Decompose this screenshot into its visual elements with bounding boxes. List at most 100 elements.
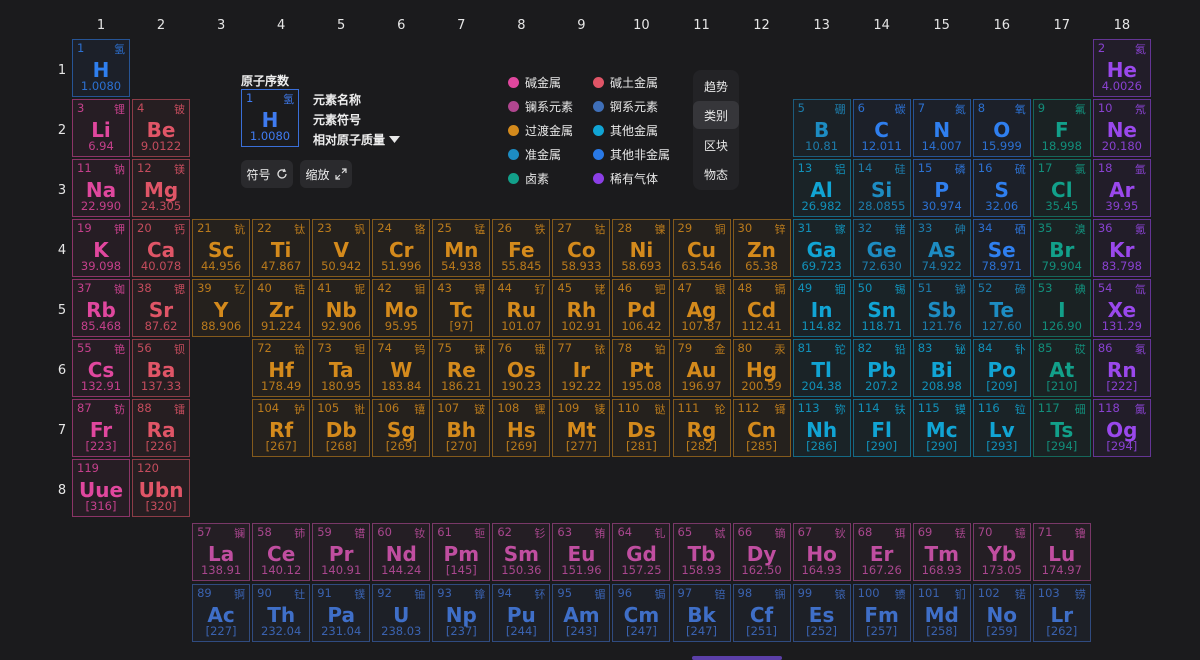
element-cell[interactable]: 108 𬭶 Hs [269] bbox=[492, 399, 551, 458]
element-cell[interactable]: 23 钒 V 50.942 bbox=[312, 219, 371, 278]
legend-item[interactable]: 稀有气体 bbox=[593, 170, 658, 187]
element-cell[interactable]: 49 铟 In 114.82 bbox=[792, 279, 851, 338]
element-cell[interactable]: 47 银 Ag 107.87 bbox=[672, 279, 731, 338]
element-cell[interactable]: 59 镨 Pr 140.91 bbox=[312, 523, 371, 581]
element-cell[interactable]: 38 锶 Sr 87.62 bbox=[132, 279, 191, 338]
element-cell[interactable]: 26 铁 Fe 55.845 bbox=[492, 219, 551, 278]
element-cell[interactable]: 82 铅 Pb 207.2 bbox=[852, 339, 911, 398]
element-cell[interactable]: 66 镝 Dy 162.50 bbox=[732, 523, 791, 581]
view-mode-category[interactable]: 类别 bbox=[693, 101, 739, 129]
element-cell[interactable]: 90 钍 Th 232.04 bbox=[252, 584, 311, 642]
element-cell[interactable]: 107 𬭛 Bh [270] bbox=[432, 399, 491, 458]
element-cell[interactable]: 99 锿 Es [252] bbox=[792, 584, 851, 642]
element-cell[interactable]: 35 溴 Br 79.904 bbox=[1032, 219, 1091, 278]
element-cell[interactable]: 77 铱 Ir 192.22 bbox=[552, 339, 611, 398]
element-cell[interactable]: 92 铀 U 238.03 bbox=[372, 584, 431, 642]
view-mode-state[interactable]: 物态 bbox=[693, 160, 739, 188]
element-cell[interactable]: 106 𬭳 Sg [269] bbox=[372, 399, 431, 458]
element-cell[interactable]: 1 氢 H 1.0080 bbox=[72, 39, 130, 97]
element-cell[interactable]: 72 铪 Hf 178.49 bbox=[252, 339, 311, 398]
element-cell[interactable]: 6 碳 C 12.011 bbox=[852, 99, 911, 158]
legend-item[interactable]: 碱金属 bbox=[508, 74, 561, 91]
legend-item[interactable]: 卤素 bbox=[508, 170, 549, 187]
element-cell[interactable]: 91 镤 Pa 231.04 bbox=[312, 584, 371, 642]
element-cell[interactable]: 68 铒 Er 167.26 bbox=[852, 523, 911, 581]
element-cell[interactable]: 100 镄 Fm [257] bbox=[852, 584, 911, 642]
key-mass-label[interactable]: 相对原子质量 bbox=[313, 131, 401, 148]
element-cell[interactable]: 88 镭 Ra [226] bbox=[132, 399, 191, 458]
element-cell[interactable]: 96 锔 Cm [247] bbox=[612, 584, 671, 642]
legend-item[interactable]: 过渡金属 bbox=[508, 122, 573, 139]
element-cell[interactable]: 24 铬 Cr 51.996 bbox=[372, 219, 431, 278]
legend-item[interactable]: 锕系元素 bbox=[593, 98, 658, 115]
element-cell[interactable]: 21 钪 Sc 44.956 bbox=[192, 219, 251, 278]
element-cell[interactable]: 36 氪 Kr 83.798 bbox=[1092, 219, 1151, 278]
element-cell[interactable]: 78 铂 Pt 195.08 bbox=[612, 339, 671, 398]
element-cell[interactable]: 56 钡 Ba 137.33 bbox=[132, 339, 191, 398]
element-cell[interactable]: 19 钾 K 39.098 bbox=[72, 219, 130, 278]
element-cell[interactable]: 104 𬬻 Rf [267] bbox=[252, 399, 311, 458]
element-cell[interactable]: 102 锘 No [259] bbox=[972, 584, 1031, 642]
element-cell[interactable]: 85 砹 At [210] bbox=[1032, 339, 1091, 398]
element-cell[interactable]: 84 钋 Po [209] bbox=[972, 339, 1031, 398]
symbol-toggle-button[interactable]: 符号 bbox=[241, 160, 293, 188]
scroll-indicator[interactable] bbox=[692, 656, 782, 660]
element-cell[interactable]: 22 钛 Ti 47.867 bbox=[252, 219, 311, 278]
element-cell[interactable]: 95 镅 Am [243] bbox=[552, 584, 611, 642]
element-cell[interactable]: 115 镆 Mc [290] bbox=[912, 399, 971, 458]
element-cell[interactable]: 83 铋 Bi 208.98 bbox=[912, 339, 971, 398]
element-cell[interactable]: 55 铯 Cs 132.91 bbox=[72, 339, 130, 398]
element-cell[interactable]: 20 钙 Ca 40.078 bbox=[132, 219, 191, 278]
element-cell[interactable]: 14 硅 Si 28.0855 bbox=[852, 159, 911, 218]
element-cell[interactable]: 46 钯 Pd 106.42 bbox=[612, 279, 671, 338]
element-cell[interactable]: 45 铑 Rh 102.91 bbox=[552, 279, 611, 338]
element-cell[interactable]: 30 锌 Zn 65.38 bbox=[732, 219, 791, 278]
element-cell[interactable]: 65 铽 Tb 158.93 bbox=[672, 523, 731, 581]
element-cell[interactable]: 87 钫 Fr [223] bbox=[72, 399, 130, 458]
element-cell[interactable]: 119 Uue [316] bbox=[72, 459, 130, 518]
element-cell[interactable]: 109 鿏 Mt [277] bbox=[552, 399, 611, 458]
view-mode-trend[interactable]: 趋势 bbox=[693, 72, 739, 100]
element-cell[interactable]: 44 钌 Ru 101.07 bbox=[492, 279, 551, 338]
element-cell[interactable]: 116 𫟷 Lv [293] bbox=[972, 399, 1031, 458]
element-cell[interactable]: 10 氖 Ne 20.180 bbox=[1092, 99, 1151, 158]
element-cell[interactable]: 98 锎 Cf [251] bbox=[732, 584, 791, 642]
element-cell[interactable]: 42 钼 Mo 95.95 bbox=[372, 279, 431, 338]
element-cell[interactable]: 64 钆 Gd 157.25 bbox=[612, 523, 671, 581]
legend-item[interactable]: 其他非金属 bbox=[593, 146, 670, 163]
element-cell[interactable]: 7 氮 N 14.007 bbox=[912, 99, 971, 158]
element-cell[interactable]: 32 锗 Ge 72.630 bbox=[852, 219, 911, 278]
legend-item[interactable]: 准金属 bbox=[508, 146, 561, 163]
element-cell[interactable]: 3 锂 Li 6.94 bbox=[72, 99, 130, 158]
element-cell[interactable]: 86 氡 Rn [222] bbox=[1092, 339, 1151, 398]
element-cell[interactable]: 12 镁 Mg 24.305 bbox=[132, 159, 191, 218]
element-cell[interactable]: 17 氯 Cl 35.45 bbox=[1032, 159, 1091, 218]
element-cell[interactable]: 11 钠 Na 22.990 bbox=[72, 159, 130, 218]
element-cell[interactable]: 8 氧 O 15.999 bbox=[972, 99, 1031, 158]
element-cell[interactable]: 39 钇 Y 88.906 bbox=[192, 279, 251, 338]
zoom-button[interactable]: 缩放 bbox=[300, 160, 352, 188]
element-cell[interactable]: 43 锝 Tc [97] bbox=[432, 279, 491, 338]
element-cell[interactable]: 27 钴 Co 58.933 bbox=[552, 219, 611, 278]
element-cell[interactable]: 110 𫟼 Ds [281] bbox=[612, 399, 671, 458]
element-cell[interactable]: 18 氩 Ar 39.95 bbox=[1092, 159, 1151, 218]
element-cell[interactable]: 15 磷 P 30.974 bbox=[912, 159, 971, 218]
view-mode-block[interactable]: 区块 bbox=[693, 131, 739, 159]
element-cell[interactable]: 57 镧 La 138.91 bbox=[192, 523, 251, 581]
element-cell[interactable]: 13 铝 Al 26.982 bbox=[792, 159, 851, 218]
element-cell[interactable]: 48 镉 Cd 112.41 bbox=[732, 279, 791, 338]
element-cell[interactable]: 94 钚 Pu [244] bbox=[492, 584, 551, 642]
element-cell[interactable]: 117 鿬 Ts [294] bbox=[1032, 399, 1091, 458]
element-cell[interactable]: 54 氙 Xe 131.29 bbox=[1092, 279, 1151, 338]
element-cell[interactable]: 37 铷 Rb 85.468 bbox=[72, 279, 130, 338]
element-cell[interactable]: 5 硼 B 10.81 bbox=[792, 99, 851, 158]
element-cell[interactable]: 69 铥 Tm 168.93 bbox=[912, 523, 971, 581]
element-cell[interactable]: 62 钐 Sm 150.36 bbox=[492, 523, 551, 581]
element-cell[interactable]: 112 鿔 Cn [285] bbox=[732, 399, 791, 458]
element-cell[interactable]: 76 锇 Os 190.23 bbox=[492, 339, 551, 398]
element-cell[interactable]: 40 锆 Zr 91.224 bbox=[252, 279, 311, 338]
element-cell[interactable]: 97 锫 Bk [247] bbox=[672, 584, 731, 642]
element-cell[interactable]: 105 𬭊 Db [268] bbox=[312, 399, 371, 458]
element-cell[interactable]: 4 铍 Be 9.0122 bbox=[132, 99, 191, 158]
element-cell[interactable]: 111 𬬭 Rg [282] bbox=[672, 399, 731, 458]
